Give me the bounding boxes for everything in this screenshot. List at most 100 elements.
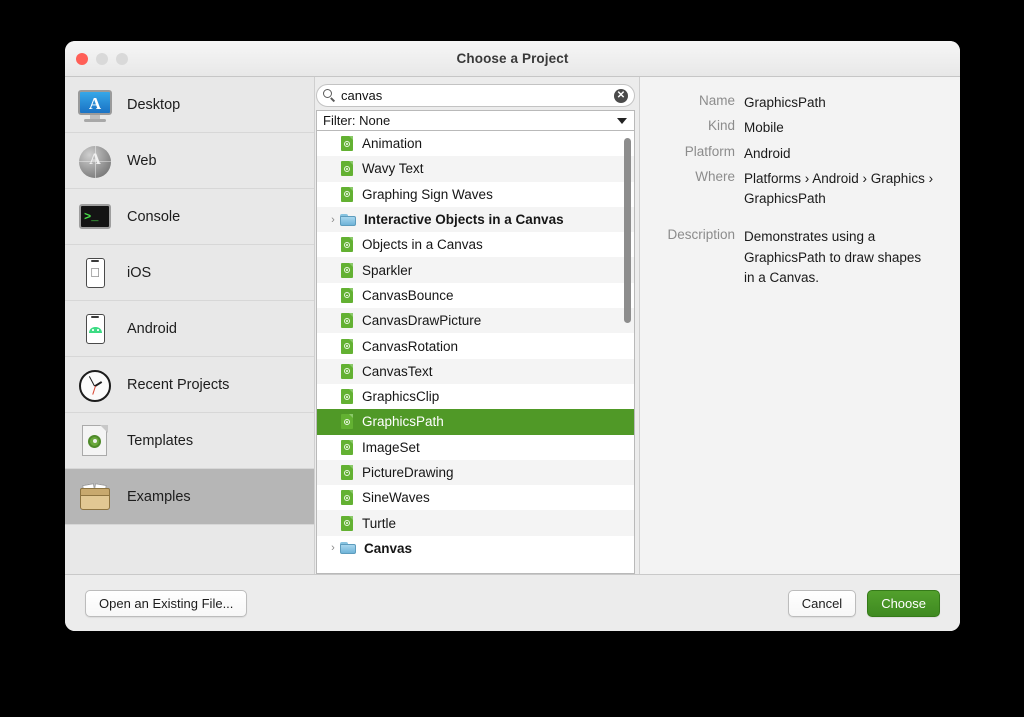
list-item-label: Objects in a Canvas (362, 237, 483, 253)
project-document-icon (340, 439, 355, 456)
list-item[interactable]: Turtle (317, 510, 634, 536)
sidebar-item-ios[interactable]:  iOS (65, 245, 314, 301)
zoom-window-button[interactable] (116, 52, 128, 65)
folder-icon (340, 541, 357, 555)
project-list-scrollbar[interactable] (624, 135, 631, 573)
globe-icon: A (77, 143, 113, 179)
template-document-icon (77, 423, 113, 459)
project-document-icon (340, 413, 355, 430)
sidebar-item-android[interactable]: Android (65, 301, 314, 357)
list-item[interactable]: CanvasDrawPicture (317, 308, 634, 334)
list-item[interactable]: CanvasRotation (317, 333, 634, 359)
detail-label: Kind (707, 118, 735, 134)
search-input[interactable]: canvas (341, 89, 614, 102)
search-field[interactable]: canvas ✕ (316, 84, 635, 107)
sidebar-item-examples[interactable]: Examples (65, 469, 314, 525)
project-document-icon (340, 287, 355, 304)
list-item-label: Wavy Text (362, 161, 424, 177)
traffic-lights (76, 52, 128, 65)
clear-search-icon[interactable]: ✕ (614, 88, 628, 103)
list-item-label: PictureDrawing (362, 465, 454, 480)
terminal-icon: >_ (77, 199, 113, 235)
project-document-icon (340, 160, 355, 177)
sidebar-item-console[interactable]: >_ Console (65, 189, 314, 245)
list-item[interactable]: › Canvas (317, 535, 634, 562)
scrollbar-thumb[interactable] (624, 138, 631, 323)
detail-row-name: Name GraphicsPath (640, 93, 944, 113)
project-document-icon (340, 135, 355, 152)
project-document-icon (340, 312, 355, 329)
list-item-label: Interactive Objects in a Canvas (364, 212, 564, 228)
list-item-label: Turtle (362, 515, 397, 531)
list-item[interactable]: Objects in a Canvas (317, 232, 634, 258)
examples-folder-icon (77, 479, 113, 515)
list-item[interactable]: › Interactive Objects in a Canvas (317, 206, 634, 233)
list-item-label: ImageSet (362, 439, 420, 455)
sidebar-item-label: Android (127, 320, 177, 337)
list-item[interactable]: Graphing Sign Waves (317, 181, 634, 207)
sidebar-empty-area (65, 525, 314, 574)
list-item-label: CanvasText (362, 363, 433, 379)
list-item[interactable]: Animation (317, 131, 634, 157)
list-item-label: Animation (362, 136, 423, 152)
choose-button[interactable]: Choose (867, 589, 940, 617)
list-item[interactable]: Wavy Text (317, 156, 634, 182)
detail-row-platform: Platform Android (640, 144, 944, 164)
filter-dropdown[interactable]: Filter: None (316, 110, 635, 131)
detail-label: Where (695, 168, 735, 184)
sidebar-item-label: Console (127, 208, 181, 225)
sidebar-item-web[interactable]: A Web (65, 133, 314, 189)
list-item-label: Canvas (364, 540, 413, 556)
sidebar-item-templates[interactable]: Templates (65, 413, 314, 469)
project-document-icon (340, 186, 355, 203)
disclosure-triangle-icon[interactable]: › (327, 542, 339, 554)
list-item-label: Sparkler (362, 262, 413, 278)
project-document-icon (340, 338, 355, 355)
list-item-label: CanvasBounce (362, 287, 454, 303)
cancel-button[interactable]: Cancel (787, 589, 857, 617)
detail-value: Mobile (744, 120, 784, 136)
list-item-label: CanvasRotation (362, 338, 459, 354)
ios-phone-icon:  (77, 255, 113, 291)
list-item[interactable]: ImageSet (317, 434, 634, 460)
project-document-icon (340, 464, 355, 481)
list-item[interactable]: Sparkler (317, 257, 634, 283)
chevron-down-icon (617, 117, 627, 124)
folder-icon (340, 213, 357, 227)
open-existing-file-button[interactable]: Open an Existing File... (85, 589, 248, 617)
list-item-label: GraphicsClip (362, 389, 440, 405)
window-title: Choose a Project (456, 51, 569, 66)
list-item-label: GraphicsPath (362, 414, 444, 430)
detail-value: GraphicsPath (744, 95, 826, 110)
clock-icon (77, 367, 113, 403)
project-list[interactable]: Animation Wavy Text Graphing Sign Waves › In… (316, 131, 635, 574)
close-window-button[interactable] (76, 52, 88, 65)
sidebar-item-recent-projects[interactable]: Recent Projects (65, 357, 314, 413)
list-item-label: CanvasDrawPicture (362, 313, 482, 329)
detail-label: Platform (684, 143, 735, 159)
detail-label: Name (698, 93, 735, 108)
list-item[interactable]: SineWaves (317, 485, 634, 511)
window-titlebar: Choose a Project (65, 41, 960, 77)
detail-value: Platforms › Android › Graphics › Graphic… (744, 170, 934, 206)
list-item[interactable]: GraphicsClip (317, 383, 634, 410)
android-phone-icon (77, 311, 113, 347)
list-item[interactable]: CanvasBounce (317, 282, 634, 309)
choose-a-project-dialog: Choose a Project A Desktop A Web >_ Cons… (65, 41, 960, 631)
detail-row-description: Description Demonstrates using a Graphic… (640, 227, 944, 288)
project-document-icon (340, 489, 355, 506)
sidebar-item-label: Templates (127, 432, 194, 449)
list-item[interactable]: CanvasText (317, 358, 634, 384)
desktop-monitor-icon: A (77, 87, 113, 123)
list-item[interactable]: GraphicsPath (317, 409, 634, 435)
minimize-window-button[interactable] (96, 52, 108, 65)
filter-dropdown-label: Filter: None (323, 113, 391, 128)
sidebar-item-label: Desktop (127, 96, 181, 113)
project-document-icon (340, 262, 355, 279)
detail-value: Demonstrates using a GraphicsPath to dra… (744, 229, 922, 285)
sidebar-item-label: Examples (127, 488, 191, 505)
disclosure-triangle-icon[interactable]: › (327, 214, 339, 226)
sidebar-item-desktop[interactable]: A Desktop (65, 77, 314, 133)
list-item[interactable]: PictureDrawing (317, 459, 634, 486)
project-document-icon (340, 515, 355, 532)
